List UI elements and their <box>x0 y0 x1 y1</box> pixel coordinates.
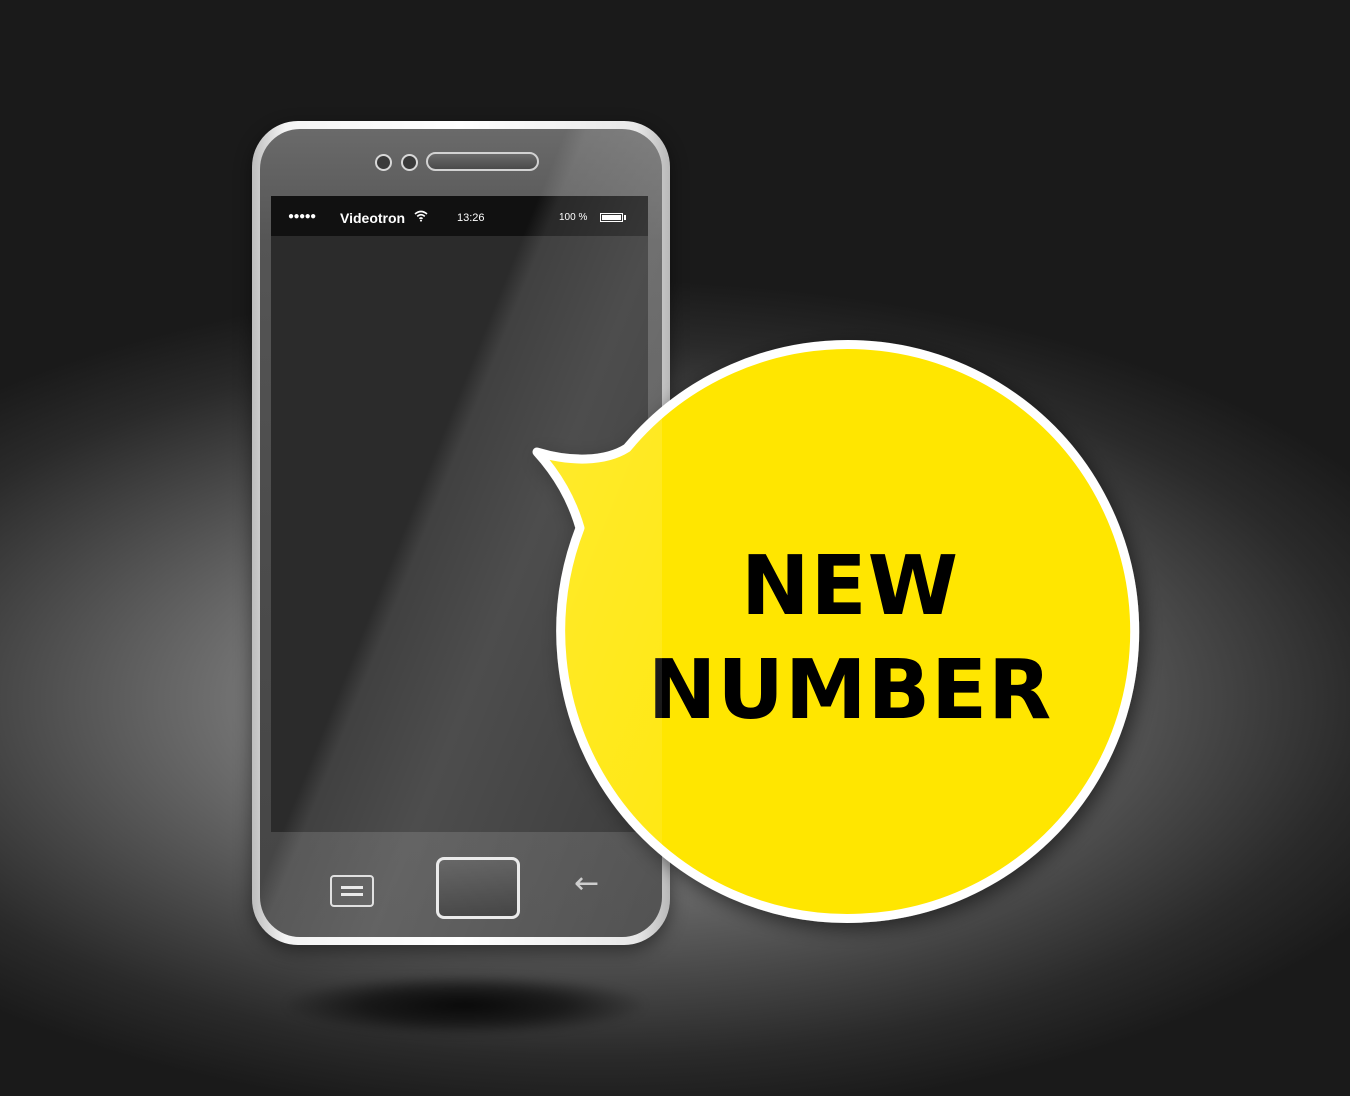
bubble-headline-line2: NUMBER <box>647 643 1053 738</box>
bubble-headline-line1: NEW <box>740 539 960 634</box>
promo-graphic: ●●●●● Videotron 13:26 100 % ← NEW NUMBER <box>0 0 1350 1096</box>
